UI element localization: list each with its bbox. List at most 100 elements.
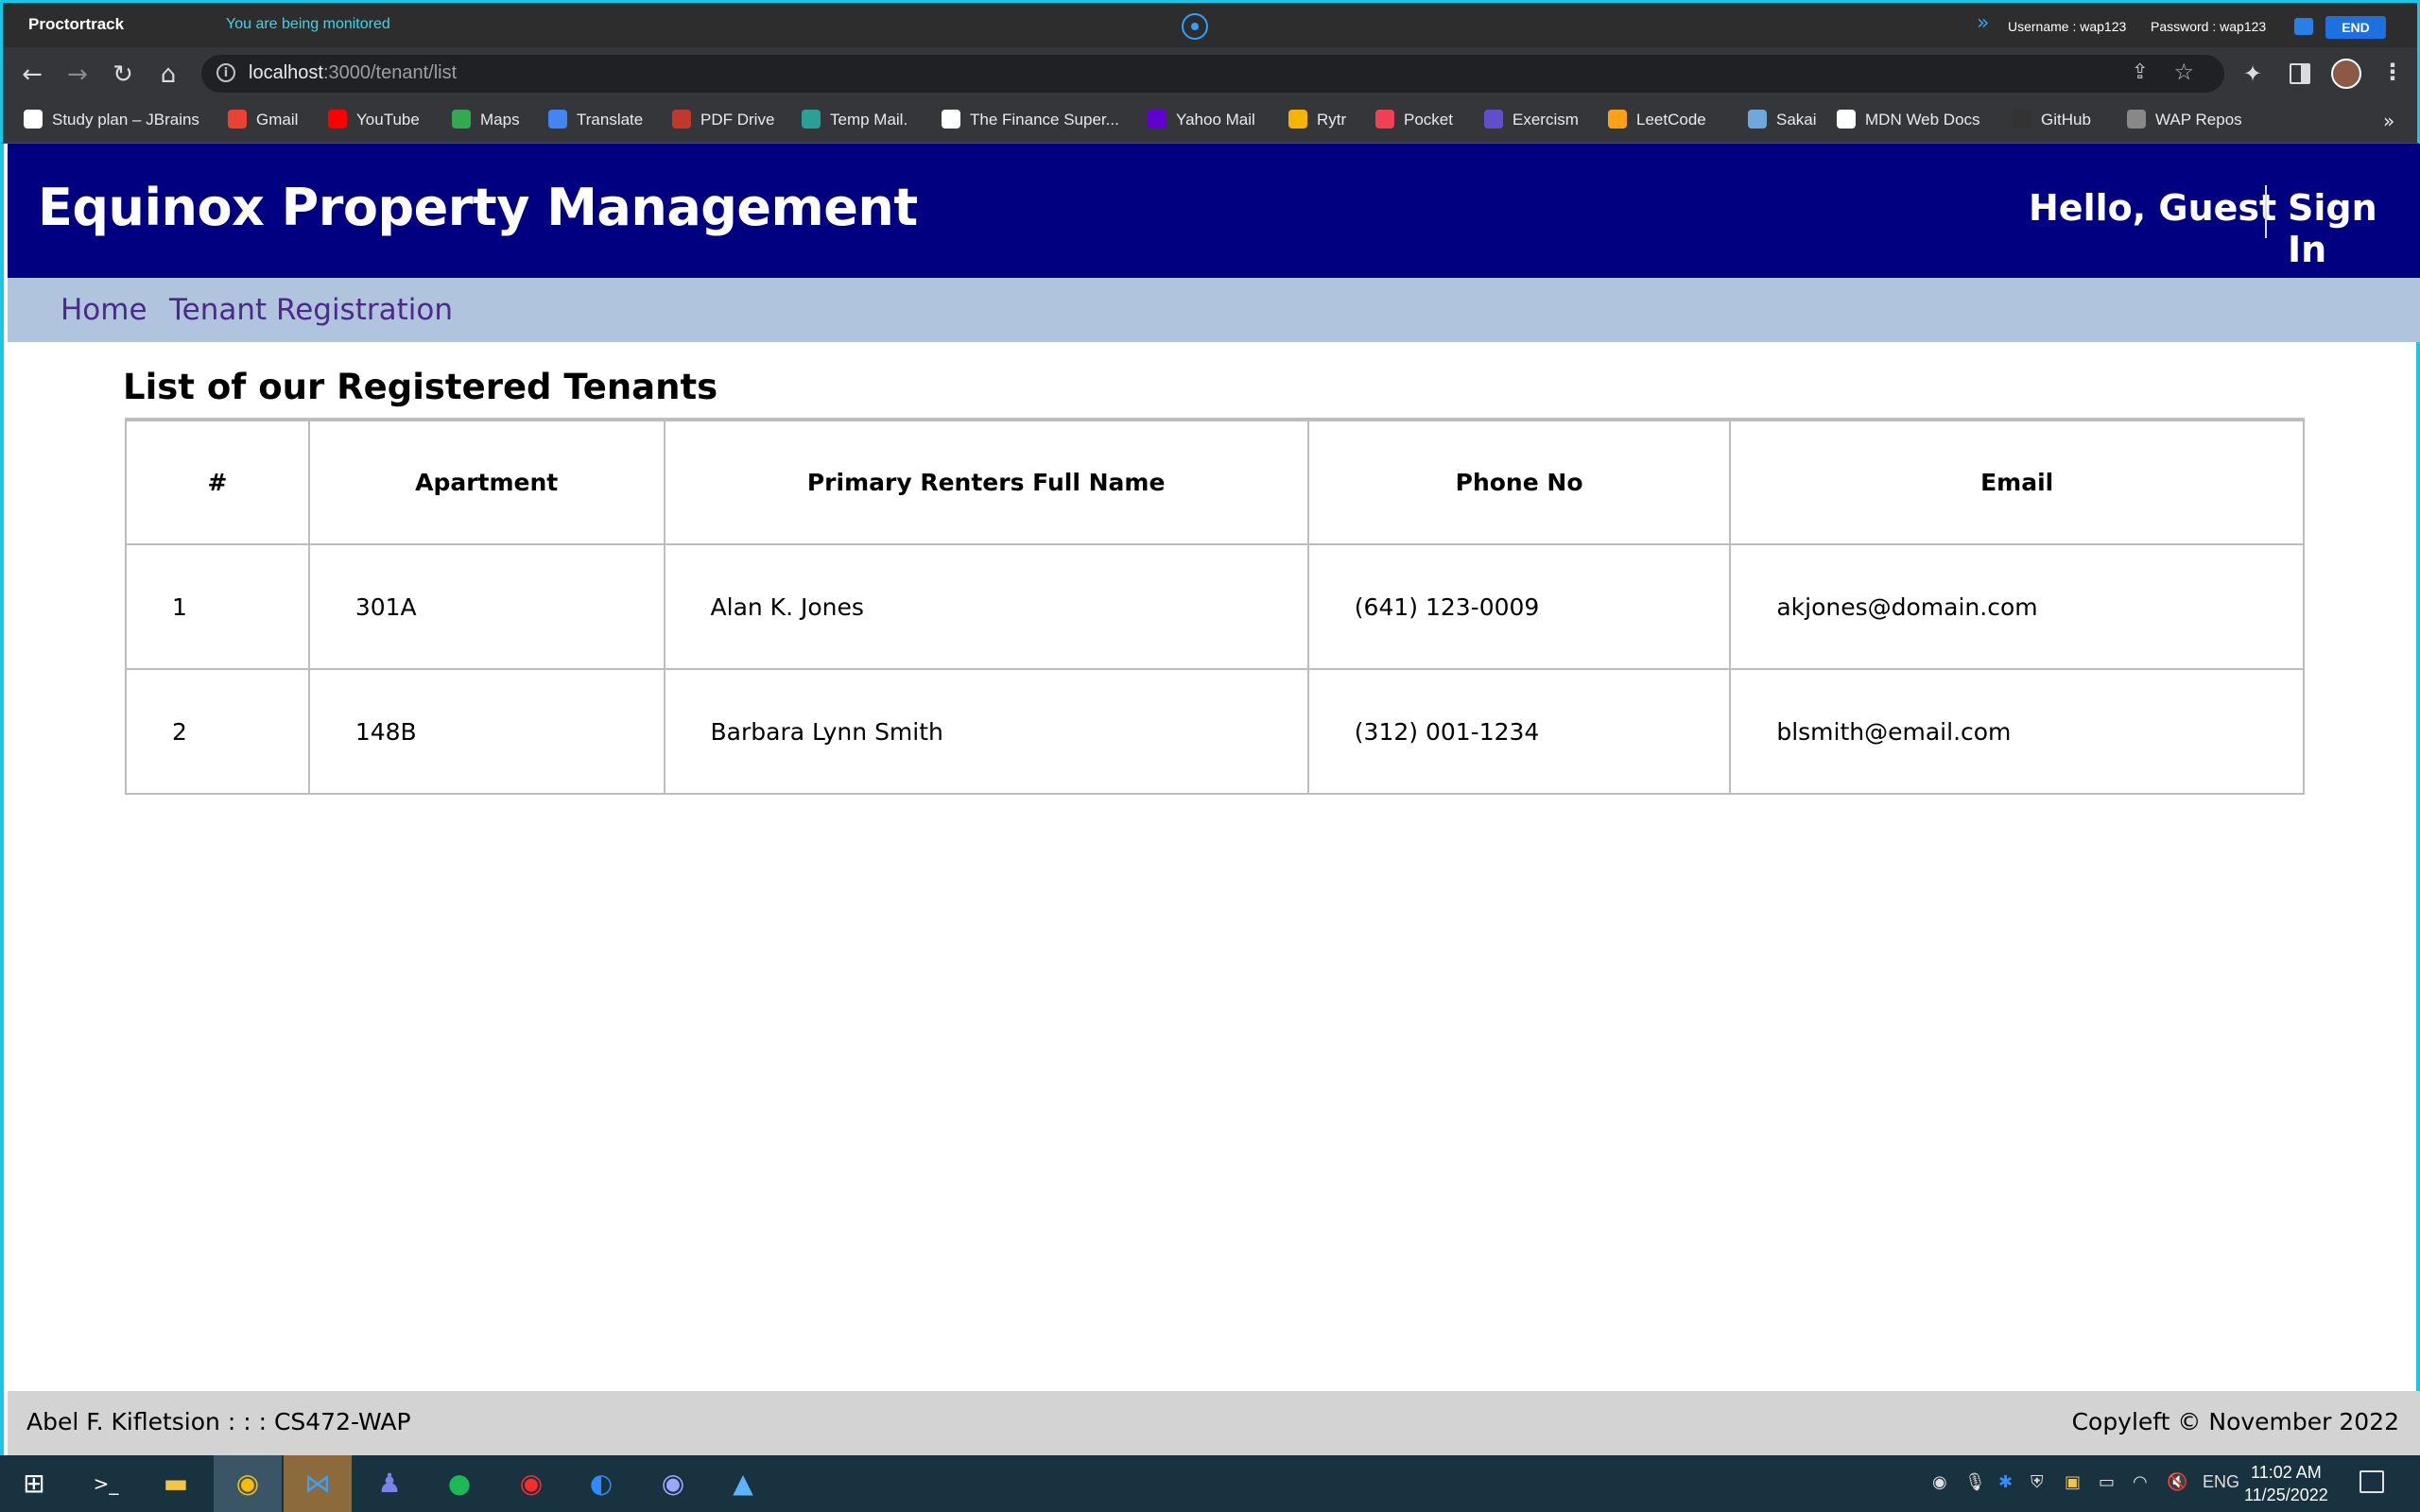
menu-icon[interactable]: ⋮ [2381,59,2404,85]
taskbar-vscode[interactable]: ⋈ [284,1455,352,1512]
bookmark-item[interactable]: Translate [548,110,643,134]
back-icon[interactable]: ← [16,59,48,91]
site-title: Equinox Property Management [38,178,918,237]
bookmark-item[interactable]: Study plan – JBrains [24,110,199,134]
cell-apartment: 301A [307,543,666,670]
bookmark-item[interactable]: MDN Web Docs [1837,110,1980,134]
photos-icon: ▲ [733,1468,753,1499]
taskbar-spotify[interactable]: ● [425,1455,493,1512]
home-icon[interactable]: ⌂ [152,59,184,91]
proctortrack-icon: ◉ [661,1468,685,1499]
bookmark-item[interactable]: Rytr [1288,110,1346,134]
proctor-username: Username : wap123 [2008,19,2127,34]
bookmark-item[interactable]: Sakai [1748,110,1817,134]
bookmark-label: MDN Web Docs [1865,111,1980,129]
taskbar-photos[interactable]: ▲ [709,1455,777,1512]
clock[interactable]: 11:02 AM 11/25/2022 [2244,1461,2328,1506]
start-button[interactable]: ⊞ [0,1455,68,1512]
taskbar-firefox[interactable]: ◐ [567,1455,635,1512]
bookmark-item[interactable]: GitHub [2013,110,2091,134]
security-icon[interactable]: ⛨ [2031,1472,2044,1492]
site-header: Equinox Property Management Hello, Guest… [8,144,2420,278]
taskbar-chrome[interactable]: ◉ [214,1455,282,1512]
battery-icon[interactable]: ▭ [2099,1472,2115,1492]
bookmark-label: Study plan – JBrains [52,111,199,129]
taskbar-explorer[interactable]: ▬ [142,1455,210,1512]
header-apartment: Apartment [307,418,666,545]
profile-avatar[interactable] [2331,59,2361,89]
volume-muted-icon[interactable]: 🔇 [2167,1472,2187,1492]
taskbar-proctortrack[interactable]: ◉ [639,1455,707,1512]
chrome-icon: ◉ [235,1468,260,1499]
bookmark-label: YouTube [356,111,420,129]
sign-in-link[interactable]: Sign In [2288,187,2420,270]
bookmark-item[interactable]: WAP Repos [2127,110,2242,134]
folder-icon: ▬ [163,1468,189,1499]
bookmark-icon [24,110,43,129]
more-bookmarks-icon[interactable]: » [2383,110,2394,132]
bookmark-icon [2013,110,2031,129]
taskbar-youtube-music[interactable]: ◉ [497,1455,565,1512]
cell-full-name: Barbara Lynn Smith [663,668,1309,795]
footer-copyleft: Copyleft © November 2022 [2071,1408,2399,1435]
table-row: 2 148B Barbara Lynn Smith (312) 001-1234… [125,668,2305,795]
youtube-music-icon: ◉ [519,1468,544,1499]
app-tray-icon[interactable]: ▣ [2065,1472,2081,1492]
bookmark-item[interactable]: Pocket [1375,110,1453,134]
bluetooth-icon[interactable]: ✱ [1998,1472,2013,1492]
bookmark-label: Pocket [1404,111,1453,129]
forward-icon[interactable]: → [61,59,94,91]
cell-apartment: 148B [307,668,666,795]
bookmark-label: Translate [577,111,644,129]
notification-icon[interactable] [2360,1470,2384,1493]
bookmark-item[interactable]: Temp Mail. [802,110,908,134]
language-indicator[interactable]: ENG [2203,1472,2239,1492]
chat-icon[interactable] [2294,18,2313,35]
address-bar[interactable]: i localhost:3000/tenant/list ⇪ ☆ [201,55,2224,93]
proctortrack-tray-icon[interactable]: ◉ [1932,1472,1947,1492]
bookmark-item[interactable]: Yahoo Mail [1148,110,1255,134]
proctor-bar: Proctortrack You are being monitored » U… [0,0,2420,47]
bookmark-item[interactable]: The Finance Super... [942,110,1119,134]
url-text[interactable]: localhost:3000/tenant/list [249,62,457,84]
nav-home[interactable]: Home [60,293,147,327]
bookmark-icon [1148,110,1167,129]
nav-tenant-registration[interactable]: Tenant Registration [169,293,453,327]
clock-date: 11/25/2022 [2244,1486,2328,1504]
bookmark-label: Rytr [1317,111,1347,129]
bookmark-icon [1375,110,1394,129]
taskbar-teams[interactable]: ♟ [355,1455,424,1512]
bookmark-star-icon[interactable]: ☆ [2173,59,2194,85]
bookmark-item[interactable]: YouTube [328,110,420,134]
bookmark-item[interactable]: LeetCode [1608,110,1706,134]
bookmark-icon [2127,110,2146,129]
bookmark-label: Temp Mail. [830,111,908,129]
wifi-icon[interactable]: ◠ [2133,1472,2148,1492]
bookmark-item[interactable]: Exercism [1484,110,1579,134]
taskbar-terminal[interactable]: >_ [72,1455,140,1512]
site-info-icon[interactable]: i [216,63,235,82]
end-button[interactable]: END [2325,16,2386,39]
share-icon[interactable]: ⇪ [2132,60,2149,84]
header-phone: Phone No [1306,418,1732,545]
bookmark-item[interactable]: Gmail [228,110,298,134]
terminal-icon: >_ [93,1472,119,1495]
bookmark-item[interactable]: Maps [452,110,520,134]
chevron-right-icon[interactable]: » [1977,11,1989,35]
bookmark-label: Gmail [256,111,299,129]
browser-toolbar: ← → ↻ ⌂ i localhost:3000/tenant/list ⇪ ☆… [0,47,2420,100]
page: Equinox Property Management Hello, Guest… [0,144,2420,1455]
bookmark-label: PDF Drive [700,111,775,129]
reload-icon[interactable]: ↻ [107,59,139,91]
bookmark-icon [672,110,691,129]
extensions-icon[interactable]: ✦ [2243,60,2262,87]
microphone-icon[interactable]: 🎙 [1964,1472,1986,1492]
bookmark-label: Exercism [1512,111,1579,129]
table-row: 1 301A Alan K. Jones (641) 123-0009 akjo… [125,543,2305,670]
bookmark-item[interactable]: PDF Drive [672,110,774,134]
bookmark-icon [1608,110,1627,129]
bookmark-icon [1748,110,1767,129]
side-panel-icon[interactable] [2290,63,2310,84]
bookmark-label: The Finance Super... [970,111,1119,129]
bookmark-icon [802,110,821,129]
